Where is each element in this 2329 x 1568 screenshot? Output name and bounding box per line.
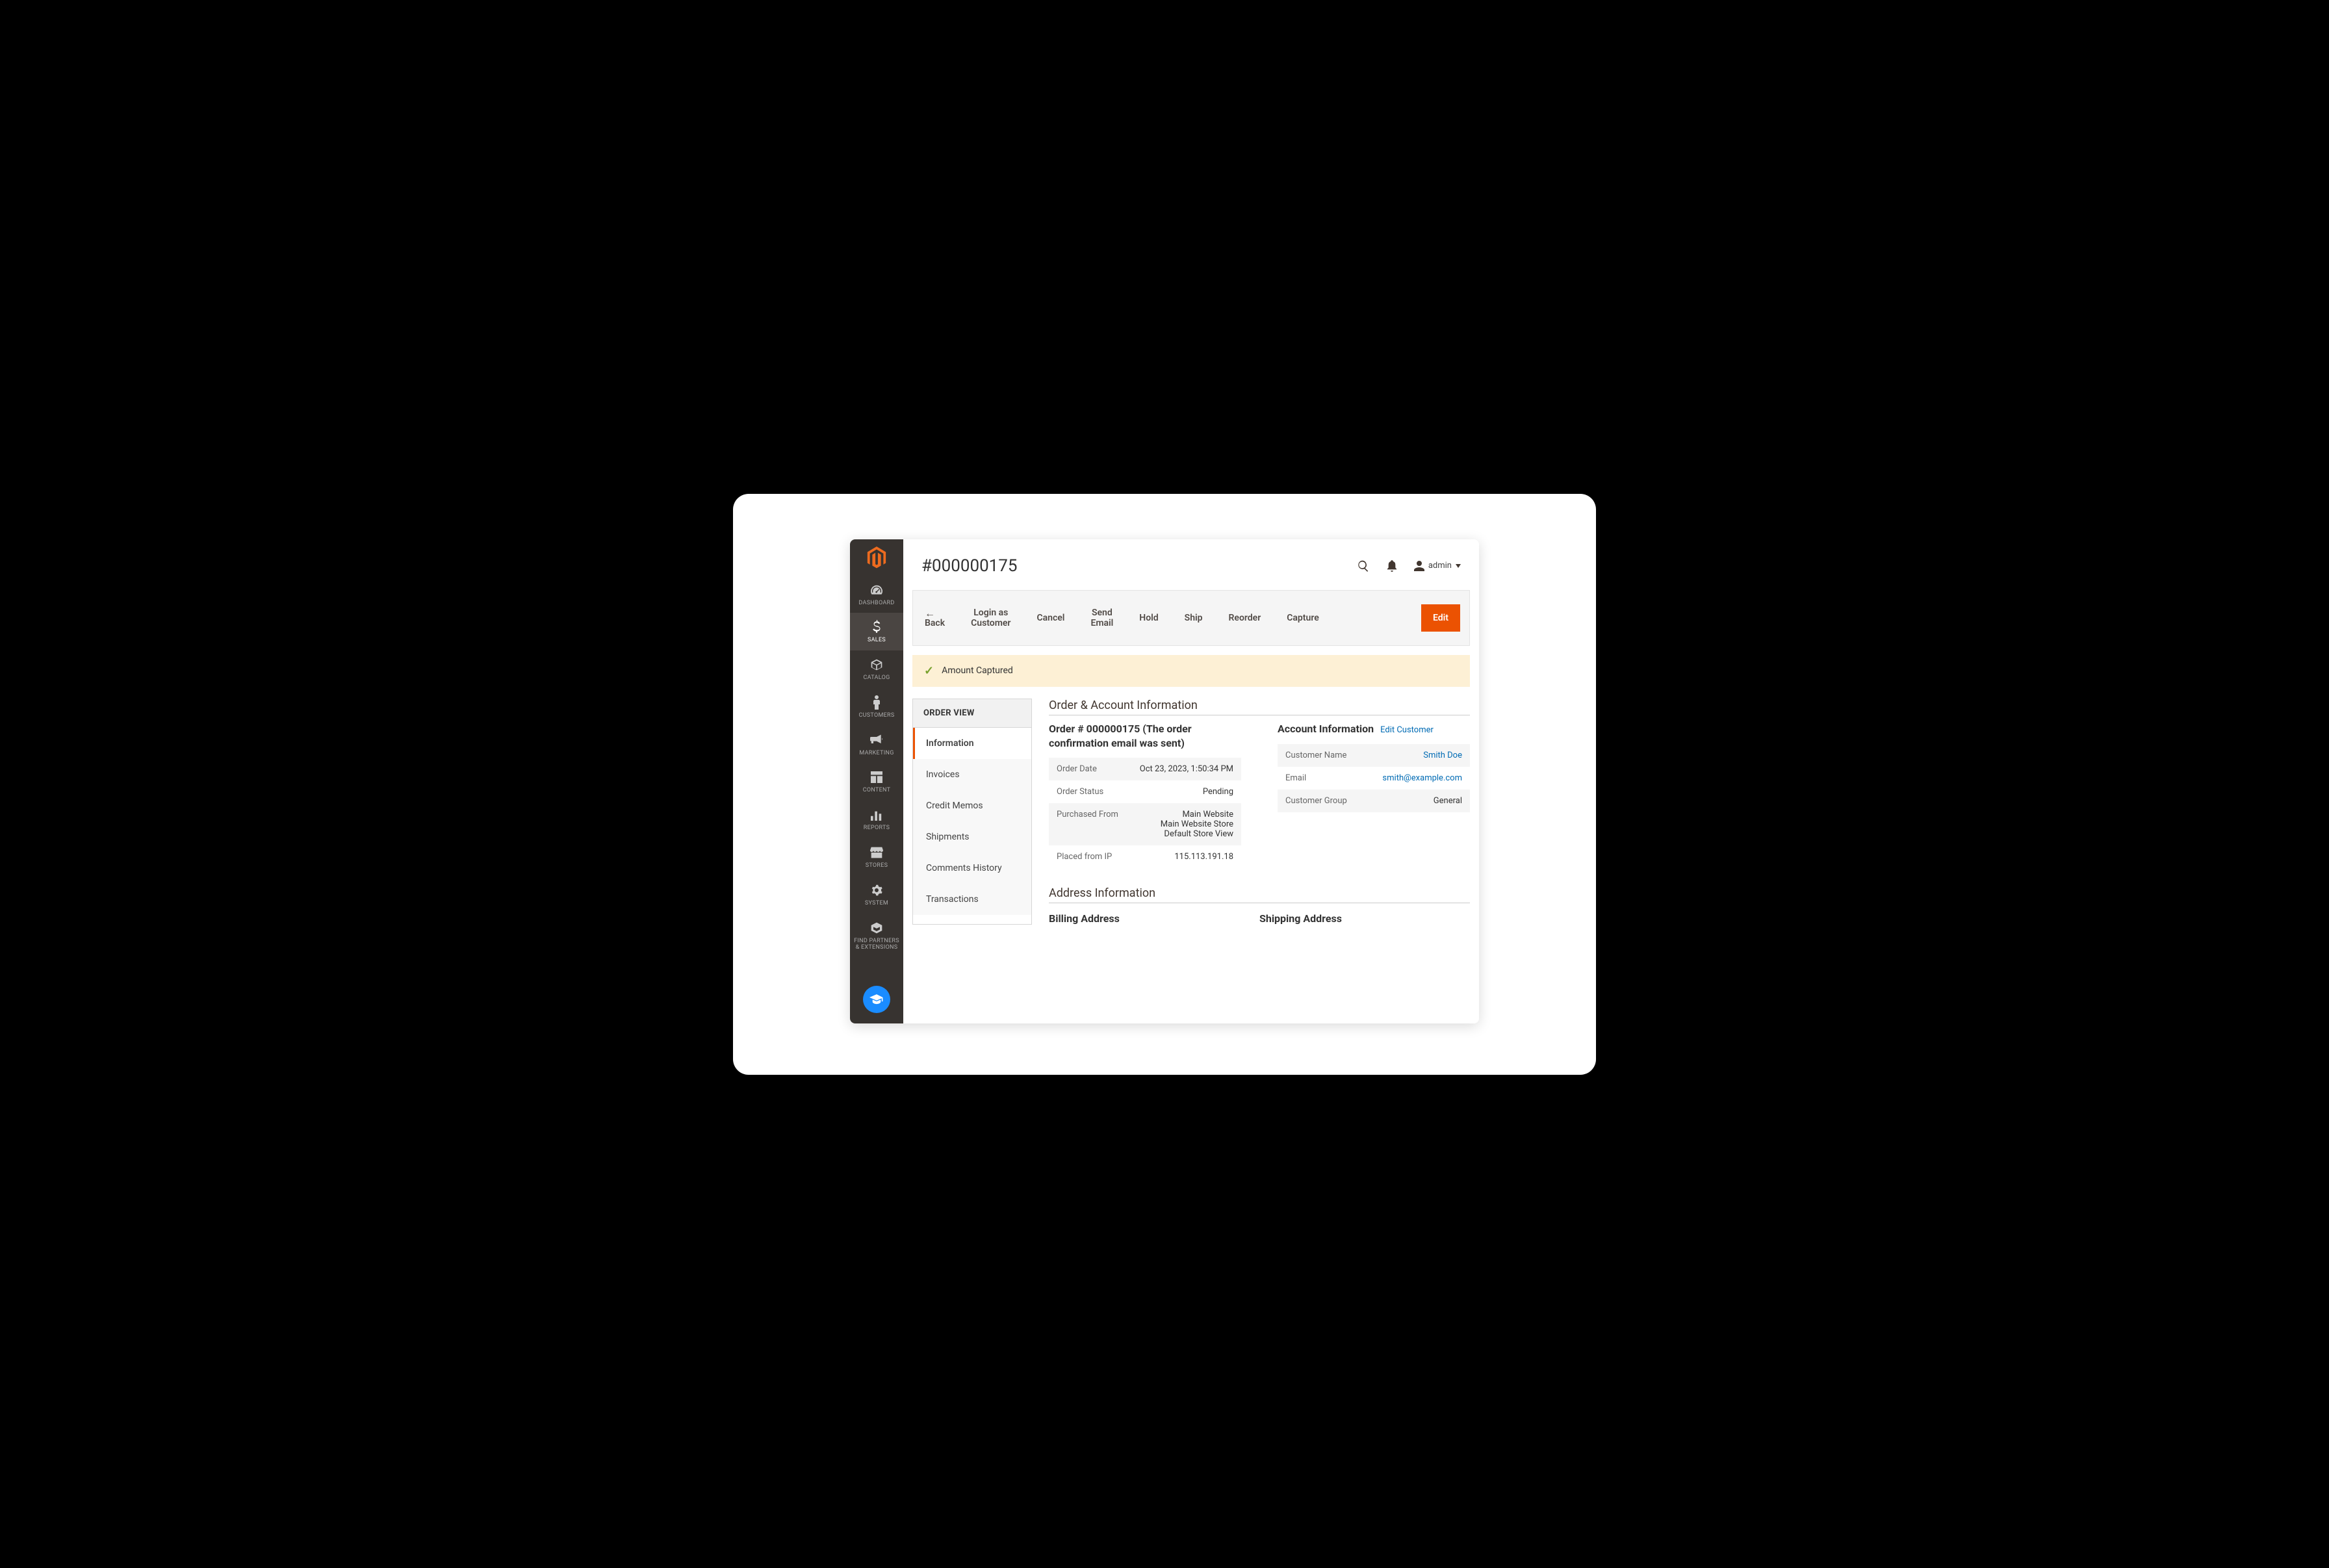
purchased-from-value: Main Website Main Website Store Default …: [1127, 810, 1233, 839]
order-nav-information[interactable]: Information: [913, 728, 1031, 759]
customer-group-label: Customer Group: [1285, 796, 1356, 806]
capture-button[interactable]: Capture: [1274, 608, 1332, 628]
check-icon: ✓: [924, 664, 934, 678]
gear-icon: [871, 882, 882, 898]
section-order-account: Order & Account Information: [1049, 699, 1470, 715]
order-nav-transactions[interactable]: Transactions: [913, 884, 1031, 915]
login-as-line1: Login as: [973, 608, 1008, 618]
sidebar-label: FIND PARTNERS & EXTENSIONS: [853, 938, 901, 952]
search-icon[interactable]: [1357, 559, 1370, 572]
send-email-line2: Email: [1090, 618, 1113, 628]
sidebar-item-catalog[interactable]: CATALOG: [850, 650, 903, 688]
back-button[interactable]: ← Back: [922, 602, 958, 634]
account-title-text: Account Information: [1278, 723, 1374, 735]
sidebar-label: CATALOG: [863, 675, 890, 682]
customer-email-label: Email: [1285, 773, 1356, 783]
order-nav-comments-history[interactable]: Comments History: [913, 853, 1031, 884]
bars-icon: [871, 807, 882, 823]
chevron-down-icon: [1456, 564, 1461, 568]
sidebar-label: DASHBOARD: [858, 600, 894, 607]
purchased-from-label: Purchased From: [1057, 810, 1127, 839]
customer-email-link[interactable]: smith@example.com: [1356, 773, 1462, 783]
bell-icon[interactable]: [1387, 560, 1397, 572]
placed-ip-label: Placed from IP: [1057, 852, 1127, 862]
sidebar-item-sales[interactable]: SALES: [850, 613, 903, 650]
sidebar-label: CONTENT: [863, 787, 891, 794]
user-label: admin: [1428, 561, 1452, 571]
order-nav-invoices[interactable]: Invoices: [913, 759, 1031, 790]
order-info-table: Order Date Oct 23, 2023, 1:50:34 PM Orde…: [1049, 758, 1241, 868]
sidebar-item-customers[interactable]: CUSTOMERS: [850, 688, 903, 726]
section-address: Address Information: [1049, 886, 1470, 903]
cancel-button[interactable]: Cancel: [1023, 608, 1077, 628]
person-icon: [872, 695, 881, 710]
sidebar-label: CUSTOMERS: [858, 712, 894, 719]
sidebar-label: SYSTEM: [865, 900, 888, 907]
account-info-table: Customer Name Smith Doe Email smith@exam…: [1278, 744, 1470, 812]
order-nav-credit-memos[interactable]: Credit Memos: [913, 790, 1031, 821]
login-as-customer-button[interactable]: Login as Customer: [958, 602, 1023, 634]
megaphone-icon: [870, 732, 883, 748]
magento-logo: [850, 539, 903, 576]
puzzle-icon: [870, 920, 883, 936]
order-view-nav: ORDER VIEW Information Invoices Credit M…: [912, 699, 1032, 925]
send-email-button[interactable]: Send Email: [1077, 602, 1126, 634]
order-nav-header: ORDER VIEW: [913, 699, 1031, 728]
user-icon: [1414, 561, 1424, 571]
order-status-value: Pending: [1127, 787, 1233, 797]
help-button[interactable]: [863, 986, 890, 1013]
sidebar-item-partners[interactable]: FIND PARTNERS & EXTENSIONS: [850, 914, 903, 958]
gauge-icon: [869, 582, 884, 598]
sidebar-item-marketing[interactable]: MARKETING: [850, 726, 903, 764]
sidebar-label: REPORTS: [864, 825, 890, 832]
order-sub-title: Order # 000000175 (The order confirmatio…: [1049, 722, 1241, 750]
reorder-button[interactable]: Reorder: [1216, 608, 1274, 628]
shipping-address-label: Shipping Address: [1259, 912, 1470, 925]
dollar-icon: [871, 619, 882, 635]
purchased-l3: Default Store View: [1127, 829, 1233, 839]
user-menu[interactable]: admin: [1414, 561, 1461, 571]
purchased-l1: Main Website: [1127, 810, 1233, 819]
sidebar-label: SALES: [868, 637, 886, 644]
sidebar-item-stores[interactable]: STORES: [850, 838, 903, 876]
graduation-cap-icon: [869, 994, 884, 1005]
placed-ip-value: 115.113.191.18: [1127, 852, 1233, 862]
ship-button[interactable]: Ship: [1172, 608, 1216, 628]
layout-icon: [871, 769, 882, 785]
sidebar-item-content[interactable]: CONTENT: [850, 763, 903, 801]
order-nav-shipments[interactable]: Shipments: [913, 821, 1031, 853]
sidebar-label: STORES: [866, 862, 888, 869]
order-date-label: Order Date: [1057, 764, 1127, 774]
order-status-label: Order Status: [1057, 787, 1127, 797]
sidebar-item-system[interactable]: SYSTEM: [850, 876, 903, 914]
edit-customer-link[interactable]: Edit Customer: [1380, 725, 1434, 735]
order-date-value: Oct 23, 2023, 1:50:34 PM: [1127, 764, 1233, 774]
customer-group-value: General: [1356, 796, 1462, 806]
login-as-line2: Customer: [971, 618, 1010, 628]
billing-address-label: Billing Address: [1049, 912, 1259, 925]
sidebar-item-reports[interactable]: REPORTS: [850, 801, 903, 838]
hold-button[interactable]: Hold: [1126, 608, 1171, 628]
edit-button[interactable]: Edit: [1421, 604, 1460, 632]
box-icon: [870, 657, 883, 673]
purchased-l2: Main Website Store: [1127, 819, 1233, 829]
page-title: #000000175: [921, 556, 1018, 576]
customer-name-label: Customer Name: [1285, 751, 1356, 760]
storefront-icon: [870, 845, 883, 860]
customer-name-link[interactable]: Smith Doe: [1356, 751, 1462, 760]
success-message: ✓ Amount Captured: [912, 655, 1470, 687]
sidebar-item-dashboard[interactable]: DASHBOARD: [850, 576, 903, 613]
order-toolbar: ← Back Login as Customer Cancel Send Ema…: [912, 590, 1470, 646]
back-label: Back: [925, 618, 945, 628]
admin-sidebar: DASHBOARD SALES CATALOG CUSTOMERS MARKET…: [850, 539, 903, 1023]
account-sub-title: Account Information Edit Customer: [1278, 722, 1470, 736]
page-header: #000000175 admin: [903, 539, 1479, 590]
send-email-line1: Send: [1092, 608, 1113, 618]
success-text: Amount Captured: [942, 665, 1013, 676]
sidebar-label: MARKETING: [859, 750, 894, 757]
